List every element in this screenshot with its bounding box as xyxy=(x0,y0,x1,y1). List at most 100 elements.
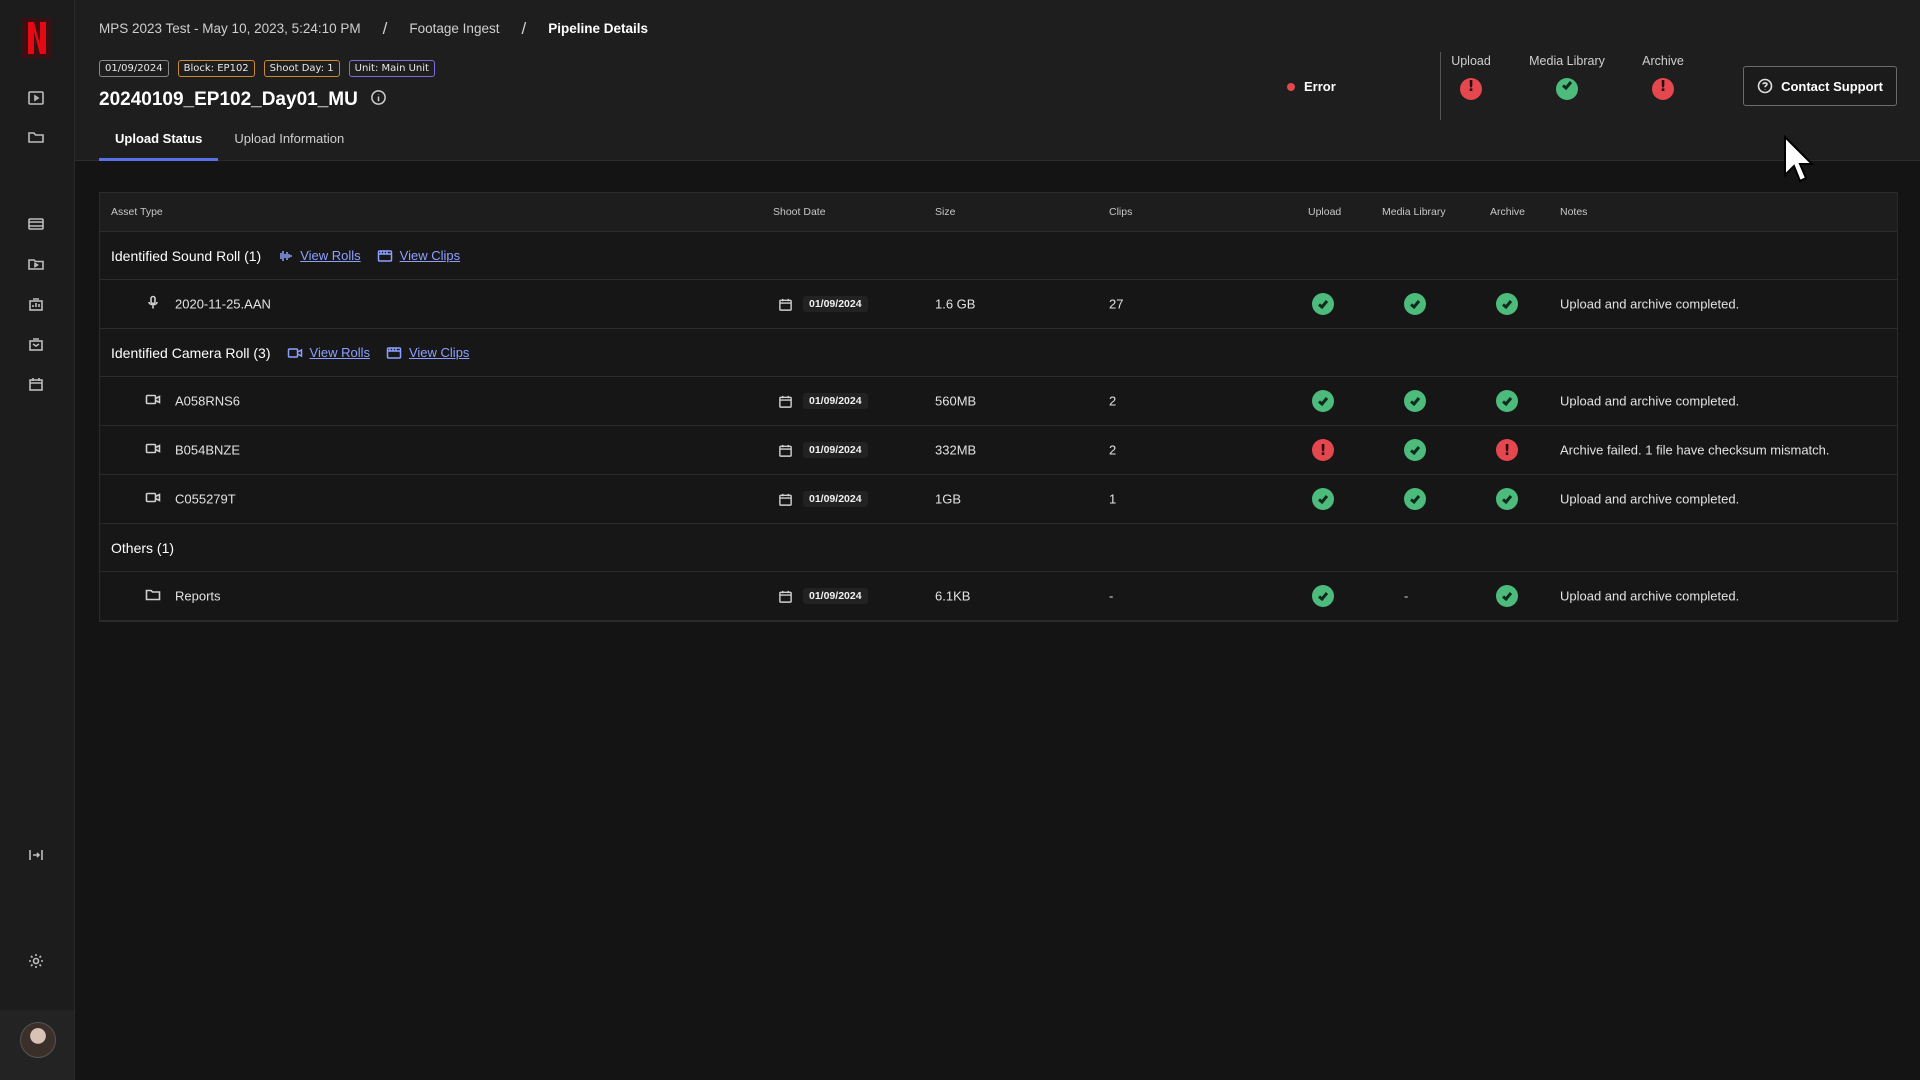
calendar-icon xyxy=(778,394,793,409)
col-size[interactable]: Size xyxy=(935,206,955,218)
col-media-library[interactable]: Media Library xyxy=(1382,206,1446,218)
calendar-icon[interactable] xyxy=(25,373,47,395)
breadcrumb-footage-ingest[interactable]: Footage Ingest xyxy=(409,21,499,37)
tab-bar: Upload Status Upload Information xyxy=(99,128,360,161)
help-circle-icon xyxy=(1757,78,1773,94)
table-row[interactable]: B054BNZE 01/09/2024 332MB 2!! Archive failed… xyxy=(100,426,1897,475)
page-title: 20240109_EP102_Day01_MU xyxy=(99,89,358,110)
size-value: 332MB xyxy=(935,442,977,458)
view-rolls-link-label: View Rolls xyxy=(300,248,361,263)
col-clips[interactable]: Clips xyxy=(1109,206,1132,218)
asset-name[interactable]: 2020-11-25.AAN xyxy=(175,297,271,312)
check-icon xyxy=(1496,488,1518,510)
gear-icon[interactable] xyxy=(25,950,47,972)
check-icon xyxy=(1404,390,1426,412)
summary-upload: Upload ! xyxy=(1421,54,1521,100)
view-clips-link-label: View Clips xyxy=(399,248,461,263)
video-camera-icon xyxy=(287,345,303,361)
col-asset-type[interactable]: Asset Type xyxy=(111,206,163,218)
unit-tag: Unit: Main Unit xyxy=(348,60,435,77)
overall-status-label: Error xyxy=(1304,79,1336,94)
check-icon xyxy=(1312,585,1334,607)
asset-name[interactable]: Reports xyxy=(175,589,221,604)
clips-value: - xyxy=(1109,588,1114,604)
col-shoot-date[interactable]: Shoot Date xyxy=(773,206,826,218)
report-icon[interactable] xyxy=(25,293,47,315)
shoot-date: 01/09/2024 xyxy=(778,588,868,604)
group-title: Others (1) xyxy=(111,539,175,556)
asset-name[interactable]: C055279T xyxy=(175,492,236,507)
table-row[interactable]: Reports 01/09/2024 6.1KB - - Upload and archi… xyxy=(100,572,1897,621)
check-icon xyxy=(1404,488,1426,510)
calendar-icon xyxy=(778,297,793,312)
tab-upload-status[interactable]: Upload Status xyxy=(99,128,219,161)
view-rolls-link[interactable]: View Rolls xyxy=(277,248,361,264)
tab-upload-information[interactable]: Upload Information xyxy=(218,128,360,161)
view-rolls-link[interactable]: View Rolls xyxy=(287,345,370,361)
info-icon[interactable] xyxy=(370,89,387,111)
clips-value: 2 xyxy=(1109,442,1117,458)
mouse-cursor-icon xyxy=(1784,135,1815,183)
shoot-date-value: 01/09/2024 xyxy=(803,393,868,409)
table-row[interactable]: C055279T 01/09/2024 1GB 1 Upload and archive… xyxy=(100,475,1897,524)
video-camera-icon xyxy=(145,441,161,460)
notes-value: Upload and archive completed. xyxy=(1560,588,1740,604)
shoot-date-value: 01/09/2024 xyxy=(803,588,868,604)
col-notes[interactable]: Notes xyxy=(1560,206,1587,218)
waveform-icon xyxy=(277,248,293,264)
breadcrumb-separator: / xyxy=(521,19,527,38)
shoot-date: 01/09/2024 xyxy=(778,296,868,312)
calendar-icon xyxy=(778,589,793,604)
group-title: Identified Sound Roll (1) xyxy=(111,247,262,264)
collapse-icon[interactable] xyxy=(25,844,47,866)
check-icon xyxy=(1312,390,1334,412)
shoot-date-value: 01/09/2024 xyxy=(803,442,868,458)
error-icon: ! xyxy=(1312,439,1334,461)
breadcrumb: MPS 2023 Test - May 10, 2023, 5:24:10 PM… xyxy=(99,19,648,38)
table-row[interactable]: A058RNS6 01/09/2024 560MB 2 Upload and archi… xyxy=(100,377,1897,426)
check-icon xyxy=(1496,585,1518,607)
contact-support-button[interactable]: Contact Support xyxy=(1743,66,1897,106)
breadcrumb-current: Pipeline Details xyxy=(548,21,648,36)
table-body: Identified Sound Roll (1) View Rolls View … xyxy=(100,232,1897,621)
size-value: 1.6 GB xyxy=(935,296,976,312)
video-folder-icon[interactable] xyxy=(25,253,47,275)
avatar[interactable] xyxy=(20,1022,56,1058)
empty-status: - xyxy=(1404,588,1409,604)
col-upload[interactable]: Upload xyxy=(1308,206,1341,218)
calendar-icon xyxy=(778,492,793,507)
clips-value: 2 xyxy=(1109,393,1117,409)
summary-archive: Archive ! xyxy=(1613,54,1713,100)
check-icon xyxy=(1404,439,1426,461)
group-row: Identified Camera Roll (3) View Rolls View… xyxy=(100,329,1897,377)
asset-name[interactable]: B054BNZE xyxy=(175,443,240,458)
film-icon[interactable] xyxy=(25,213,47,235)
notes-value: Upload and archive completed. xyxy=(1560,491,1740,507)
size-value: 560MB xyxy=(935,393,977,409)
table-row[interactable]: 2020-11-25.AAN 01/09/2024 1.6 GB 27 Upload a… xyxy=(100,280,1897,329)
view-clips-link[interactable]: View Clips xyxy=(377,248,460,264)
folder-icon xyxy=(145,587,161,606)
tag-list: 01/09/2024 Block: EP102 Shoot Day: 1 Uni… xyxy=(99,60,435,77)
shoot-date-value: 01/09/2024 xyxy=(803,491,868,507)
summary-upload-label: Upload xyxy=(1451,54,1491,68)
netflix-logo-icon[interactable] xyxy=(22,18,52,58)
table-header: Asset Type Shoot Date Size Clips Upload … xyxy=(100,193,1897,232)
check-icon xyxy=(1404,293,1426,315)
group-title: Identified Camera Roll (3) xyxy=(111,344,271,361)
shoot-day-tag: Shoot Day: 1 xyxy=(263,60,340,77)
breadcrumb-project[interactable]: MPS 2023 Test - May 10, 2023, 5:24:10 PM xyxy=(99,21,361,37)
overall-status: Error xyxy=(1287,79,1336,94)
breadcrumb-separator: / xyxy=(382,19,388,38)
error-icon: ! xyxy=(1496,439,1518,461)
summary-media-library: Media Library xyxy=(1517,54,1617,100)
inbox-icon[interactable] xyxy=(25,333,47,355)
clips-icon xyxy=(377,248,393,264)
col-archive[interactable]: Archive xyxy=(1490,206,1525,218)
folder-icon[interactable] xyxy=(25,126,47,148)
view-clips-link[interactable]: View Clips xyxy=(386,345,469,361)
play-square-icon[interactable] xyxy=(25,87,47,109)
clips-value: 27 xyxy=(1109,296,1124,312)
asset-name[interactable]: A058RNS6 xyxy=(175,394,240,409)
shoot-date: 01/09/2024 xyxy=(778,491,868,507)
